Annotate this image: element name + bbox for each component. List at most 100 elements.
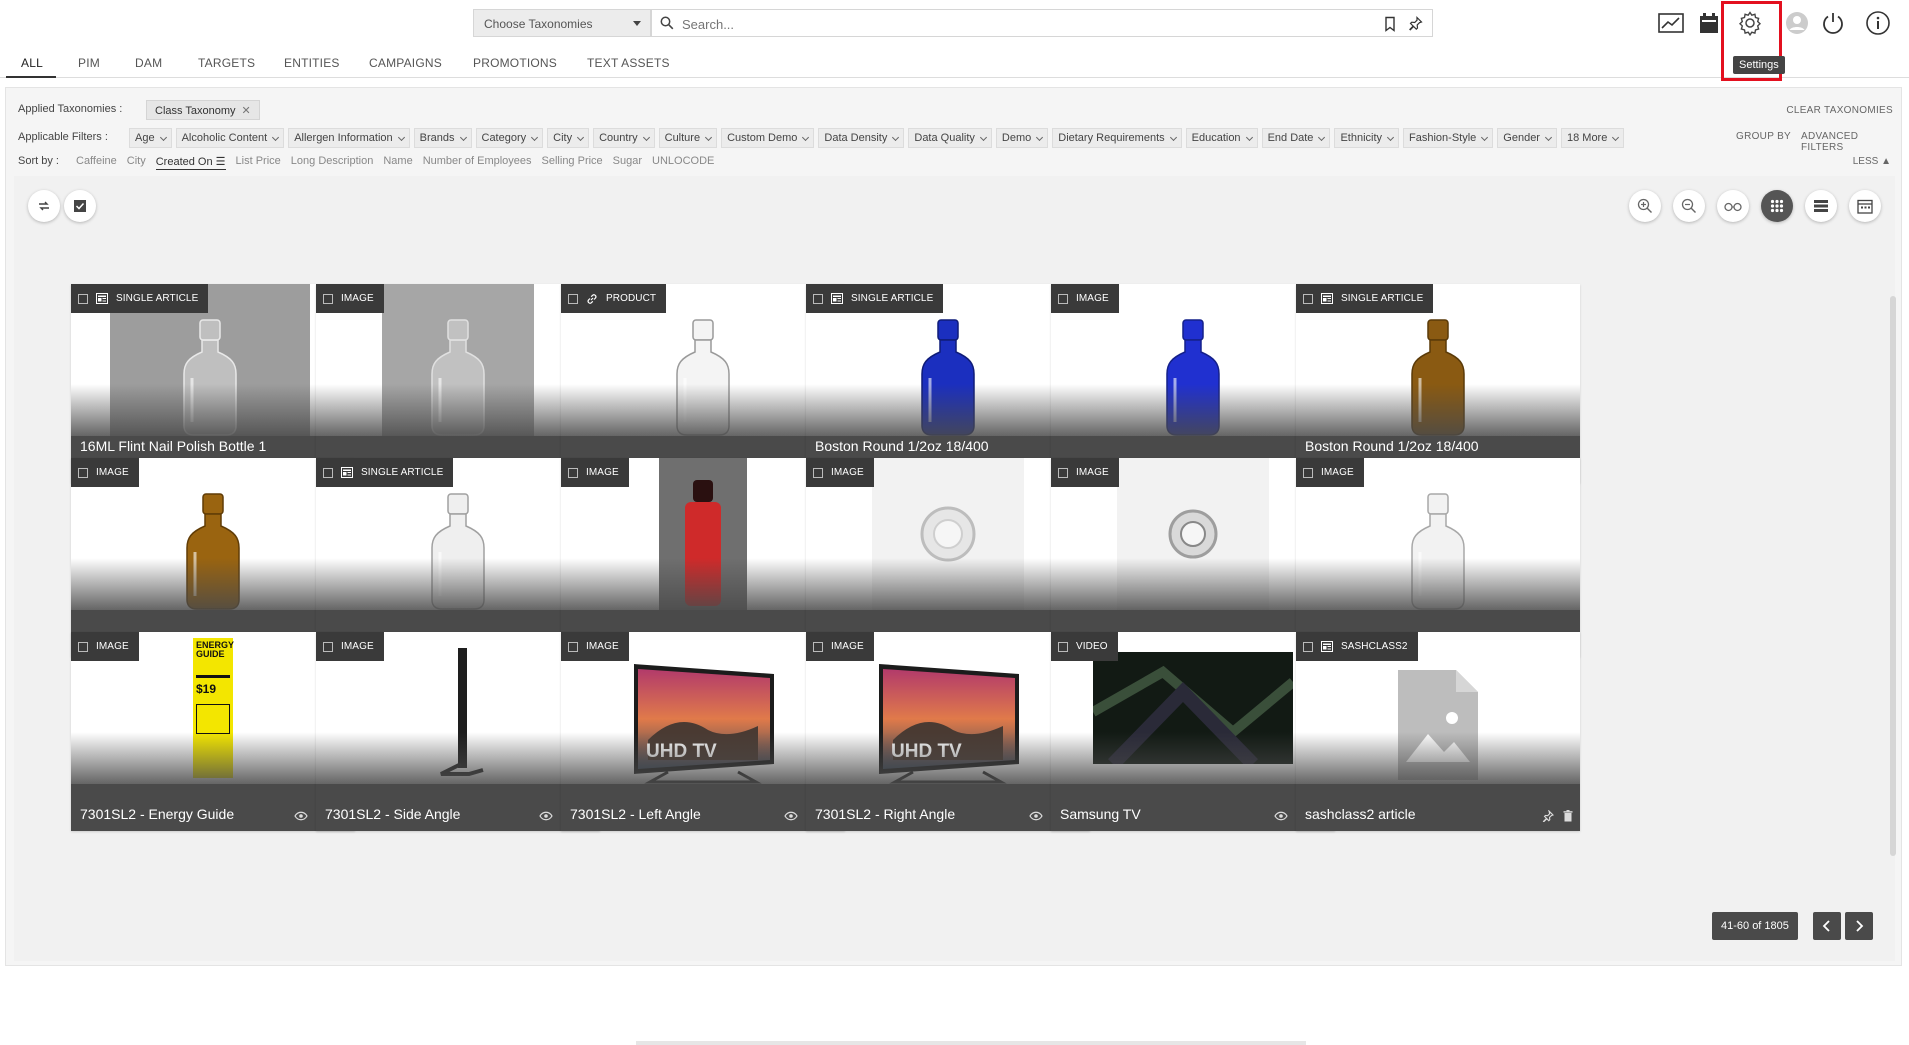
pin-icon[interactable] bbox=[1409, 16, 1423, 32]
tab-entities[interactable]: ENTITIES bbox=[284, 56, 340, 70]
filter-country[interactable]: Country bbox=[593, 128, 655, 148]
horizontal-scrollbar[interactable] bbox=[636, 1041, 1306, 1045]
select-checkbox[interactable] bbox=[323, 293, 333, 304]
filter-fashion-style[interactable]: Fashion-Style bbox=[1403, 128, 1494, 148]
tab-dam[interactable]: DAM bbox=[135, 56, 162, 70]
asset-card[interactable]: UHD TVIMAGE7301SL2 - Right Angle bbox=[806, 632, 1090, 831]
analytics-icon[interactable] bbox=[1657, 9, 1685, 37]
less-toggle[interactable]: LESS ▲ bbox=[1853, 156, 1891, 167]
select-checkbox[interactable] bbox=[78, 293, 88, 304]
calendar-icon[interactable] bbox=[1695, 9, 1723, 37]
asset-card[interactable]: SASHCLASS2 sashclass2 article bbox=[1296, 632, 1580, 831]
bookmark-icon[interactable] bbox=[1383, 16, 1397, 32]
select-checkbox[interactable] bbox=[1058, 467, 1068, 478]
asset-card[interactable]: UHD TVIMAGE7301SL2 - Left Angle bbox=[561, 632, 845, 831]
filter-allergen-information[interactable]: Allergen Information bbox=[288, 128, 410, 148]
asset-title[interactable]: Samsung TV bbox=[1060, 804, 1260, 824]
asset-card[interactable]: IMAGE14754 Main IMage bbox=[71, 458, 355, 657]
asset-card[interactable]: IMAGE14755 Main Image bbox=[1051, 284, 1335, 483]
asset-card[interactable]: IMAGE10858 Top View bbox=[1051, 458, 1335, 657]
sort-caffeine[interactable]: Caffeine bbox=[76, 155, 117, 170]
select-checkbox[interactable] bbox=[1058, 641, 1068, 652]
filter-more[interactable]: 18 More bbox=[1560, 128, 1625, 148]
tab-campaigns[interactable]: CAMPAIGNS bbox=[369, 56, 442, 70]
select-checkbox[interactable] bbox=[1303, 641, 1313, 652]
vertical-scrollbar[interactable] bbox=[1890, 296, 1896, 856]
list-view-button[interactable] bbox=[1805, 190, 1837, 222]
asset-card[interactable]: IMAGE10858 Bottom View bbox=[806, 458, 1090, 657]
asset-card[interactable]: IMAGE10858 Full bbox=[561, 458, 845, 657]
search-input[interactable] bbox=[682, 14, 1322, 34]
asset-card[interactable]: SINGLE ARTICLE Boston Round 1/2oz 18/400 … bbox=[806, 284, 1090, 483]
filter-data-density[interactable]: Data Density bbox=[818, 128, 905, 148]
asset-title[interactable]: 7301SL2 - Left Angle bbox=[570, 804, 770, 824]
select-checkbox[interactable] bbox=[1303, 293, 1313, 304]
sort-long-description[interactable]: Long Description bbox=[291, 155, 374, 170]
filter-category[interactable]: Category bbox=[475, 128, 544, 148]
sort-list-price[interactable]: List Price bbox=[236, 155, 281, 170]
sort-number-of-employees[interactable]: Number of Employees bbox=[423, 155, 532, 170]
select-checkbox[interactable] bbox=[78, 641, 88, 652]
info-icon[interactable] bbox=[1864, 9, 1892, 37]
filter-gender[interactable]: Gender bbox=[1497, 128, 1557, 148]
asset-card[interactable]: SINGLE ARTICLE Boston Round 1/2oz 18/400 … bbox=[1296, 284, 1580, 483]
filter-education[interactable]: Education bbox=[1185, 128, 1258, 148]
select-checkbox[interactable] bbox=[813, 641, 823, 652]
asset-card[interactable]: IMAGE 7301SL2 - Side Angle bbox=[316, 632, 600, 831]
select-checkbox[interactable] bbox=[78, 467, 88, 478]
asset-card[interactable]: PRODUCTBoston Round 1/2oz 18/400 bbox=[561, 284, 845, 483]
filter-demo[interactable]: Demo bbox=[995, 128, 1049, 148]
clear-taxonomies-link[interactable]: CLEAR TAXONOMIES bbox=[1786, 105, 1893, 116]
filter-alcoholic-content[interactable]: Alcoholic Content bbox=[175, 128, 285, 148]
asset-title[interactable]: 7301SL2 - Right Angle bbox=[815, 804, 1015, 824]
tab-all[interactable]: ALL bbox=[21, 56, 43, 70]
select-checkbox[interactable] bbox=[568, 641, 578, 652]
tab-pim[interactable]: PIM bbox=[78, 56, 100, 70]
select-checkbox[interactable] bbox=[813, 467, 823, 478]
eye-icon[interactable] bbox=[539, 811, 553, 821]
filter-culture[interactable]: Culture bbox=[658, 128, 718, 148]
filter-custom-demo[interactable]: Custom Demo bbox=[721, 128, 815, 148]
filter-city[interactable]: City bbox=[547, 128, 590, 148]
asset-card[interactable]: IMAGE14978 Main Image bbox=[316, 284, 600, 483]
asset-card[interactable]: IMAGE10858 Main Image bbox=[1296, 458, 1580, 657]
tab-targets[interactable]: TARGETS bbox=[198, 56, 255, 70]
prev-page-button[interactable] bbox=[1813, 912, 1841, 940]
sort-name[interactable]: Name bbox=[383, 155, 412, 170]
select-checkbox[interactable] bbox=[323, 641, 333, 652]
asset-card[interactable]: VIDEO Samsung TV bbox=[1051, 632, 1335, 831]
asset-card[interactable]: SINGLE ARTICLE 16ML Flint Nail Polish Bot… bbox=[71, 284, 355, 483]
power-icon[interactable] bbox=[1819, 9, 1847, 37]
asset-title[interactable]: 7301SL2 - Side Angle bbox=[325, 804, 525, 824]
sort-city[interactable]: City bbox=[127, 155, 146, 170]
select-checkbox[interactable] bbox=[568, 293, 578, 304]
preview-button[interactable] bbox=[1717, 190, 1749, 222]
refresh-button[interactable] bbox=[28, 190, 60, 222]
select-checkbox[interactable] bbox=[323, 467, 333, 478]
trash-icon[interactable] bbox=[1563, 810, 1573, 822]
select-checkbox[interactable] bbox=[1058, 293, 1068, 304]
filter-data-quality[interactable]: Data Quality bbox=[908, 128, 992, 148]
pin-icon[interactable] bbox=[1542, 810, 1554, 822]
sort-selling-price[interactable]: Selling Price bbox=[542, 155, 603, 170]
filter-dietary-requirements[interactable]: Dietary Requirements bbox=[1052, 128, 1182, 148]
asset-card[interactable]: ENERGY GUIDE $19 IMAGE 7301SL2 - Energy Gui… bbox=[71, 632, 355, 831]
group-by-link[interactable]: GROUP BY bbox=[1736, 131, 1791, 142]
select-all-button[interactable] bbox=[64, 190, 96, 222]
filter-end-date[interactable]: End Date bbox=[1261, 128, 1331, 148]
eye-icon[interactable] bbox=[294, 811, 308, 821]
asset-card[interactable]: SINGLE ARTICLEBoston Round 1/2oz 18/400 bbox=[316, 458, 600, 657]
eye-icon[interactable] bbox=[1274, 811, 1288, 821]
close-icon[interactable]: ✕ bbox=[242, 105, 251, 117]
user-avatar-icon[interactable] bbox=[1783, 9, 1811, 37]
zoom-out-button[interactable] bbox=[1673, 190, 1705, 222]
select-checkbox[interactable] bbox=[1303, 467, 1313, 478]
calendar-view-button[interactable] bbox=[1849, 190, 1881, 222]
sort-unlocode[interactable]: UNLOCODE bbox=[652, 155, 714, 170]
select-checkbox[interactable] bbox=[568, 467, 578, 478]
eye-icon[interactable] bbox=[1029, 811, 1043, 821]
tab-promotions[interactable]: PROMOTIONS bbox=[473, 56, 557, 70]
sort-created-on[interactable]: Created On ☰ bbox=[155, 155, 226, 170]
asset-title[interactable]: sashclass2 article bbox=[1305, 804, 1505, 824]
filter-brands[interactable]: Brands bbox=[413, 128, 472, 148]
